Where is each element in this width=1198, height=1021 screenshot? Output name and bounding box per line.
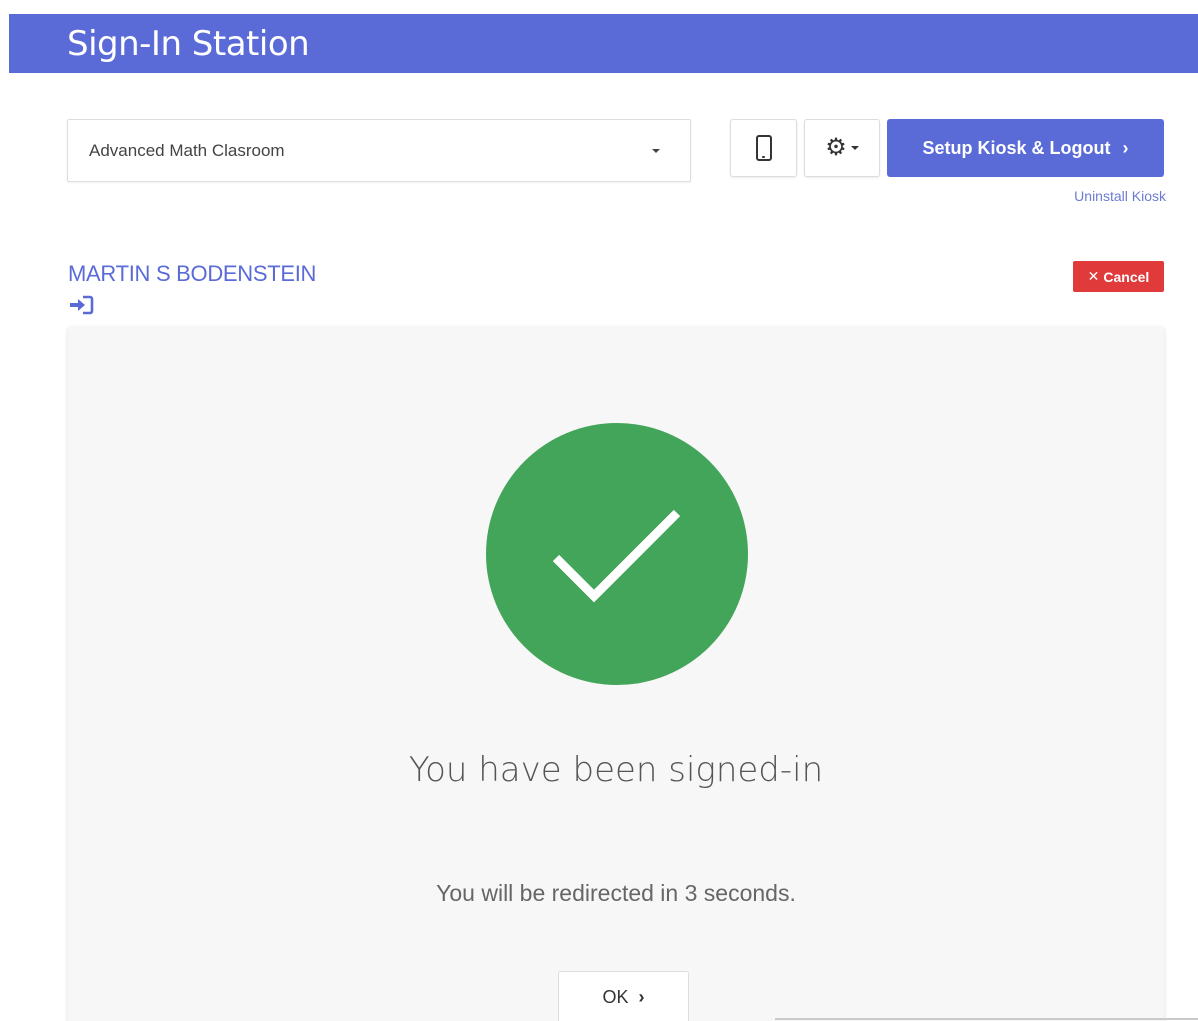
checkmark-icon bbox=[552, 509, 681, 603]
ok-label: OK bbox=[602, 986, 629, 1007]
settings-dropdown-button[interactable]: ⚙ bbox=[804, 119, 880, 177]
mobile-view-button[interactable] bbox=[730, 119, 797, 177]
ok-button[interactable]: OK › bbox=[558, 971, 689, 1021]
success-message: You have been signed-in bbox=[408, 750, 824, 790]
page: Sign-In Station Advanced Math Clasroom ⚙… bbox=[0, 0, 1198, 1021]
cancel-button[interactable]: ✕ Cancel bbox=[1073, 261, 1164, 292]
cancel-label: Cancel bbox=[1103, 268, 1150, 285]
caret-down-icon bbox=[652, 149, 660, 153]
divider bbox=[775, 1018, 1198, 1020]
app-title: Sign-In Station bbox=[67, 24, 310, 64]
chevron-right-icon: › bbox=[638, 986, 645, 1007]
sign-in-result-panel: You have been signed-in You will be redi… bbox=[68, 327, 1164, 1021]
caret-down-icon bbox=[850, 146, 859, 150]
app-header: Sign-In Station bbox=[9, 14, 1198, 73]
room-select-value: Advanced Math Clasroom bbox=[89, 141, 285, 160]
close-icon: ✕ bbox=[1087, 268, 1100, 284]
success-circle bbox=[486, 423, 748, 685]
gear-icon: ⚙ bbox=[825, 134, 847, 161]
user-name: MARTIN S BODENSTEIN bbox=[68, 261, 317, 286]
setup-kiosk-logout-button[interactable]: Setup Kiosk & Logout › bbox=[887, 119, 1164, 177]
uninstall-kiosk-link[interactable]: Uninstall Kiosk bbox=[1074, 188, 1166, 204]
sign-in-icon bbox=[70, 295, 94, 315]
mobile-phone-icon bbox=[755, 135, 772, 161]
redirect-message: You will be redirected in 3 seconds. bbox=[436, 880, 796, 906]
setup-kiosk-logout-label: Setup Kiosk & Logout bbox=[922, 137, 1111, 158]
chevron-right-icon: › bbox=[1122, 137, 1129, 158]
room-select[interactable]: Advanced Math Clasroom bbox=[67, 119, 691, 182]
